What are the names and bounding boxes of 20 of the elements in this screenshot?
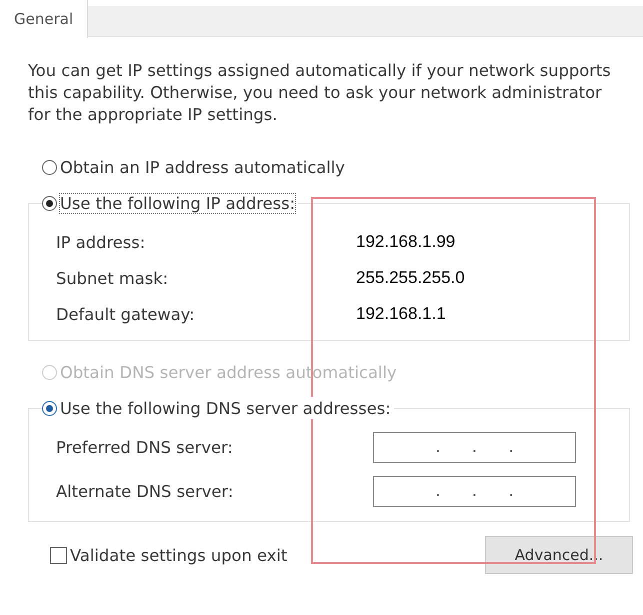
- ip-input-field[interactable]: . . .: [373, 476, 576, 506]
- ip-value[interactable]: 192.168.1.1: [356, 304, 446, 324]
- radio-label[interactable]: Use the following IP address:: [60, 194, 296, 212]
- field-label: Preferred DNS server:: [56, 438, 234, 456]
- advanced-button[interactable]: Advanced...: [485, 536, 633, 574]
- field-label: Subnet mask:: [56, 268, 170, 288]
- radio-label[interactable]: Obtain an IP address automatically: [60, 158, 345, 176]
- radio-button[interactable]: [42, 400, 57, 416]
- checkbox-label[interactable]: Validate settings upon exit: [70, 546, 288, 564]
- ip-value[interactable]: 192.168.1.99: [356, 232, 456, 252]
- ip-input-field[interactable]: . . .: [373, 432, 576, 462]
- description-text: You can get IP settings assigned automatically if your network supports this capability. Otherwise, you need to ask your network administrator for the appropriate IP settings.: [28, 60, 612, 126]
- field-label: Alternate DNS server:: [56, 482, 234, 500]
- ip-value[interactable]: 255.255.255.0: [356, 268, 465, 288]
- radio-button[interactable]: [42, 196, 57, 210]
- checkbox[interactable]: [50, 546, 67, 564]
- radio-label[interactable]: Use the following DNS server addresses:: [60, 398, 391, 418]
- field-label: IP address:: [56, 232, 146, 252]
- field-label: Default gateway:: [56, 304, 196, 324]
- radio-button[interactable]: [42, 160, 57, 174]
